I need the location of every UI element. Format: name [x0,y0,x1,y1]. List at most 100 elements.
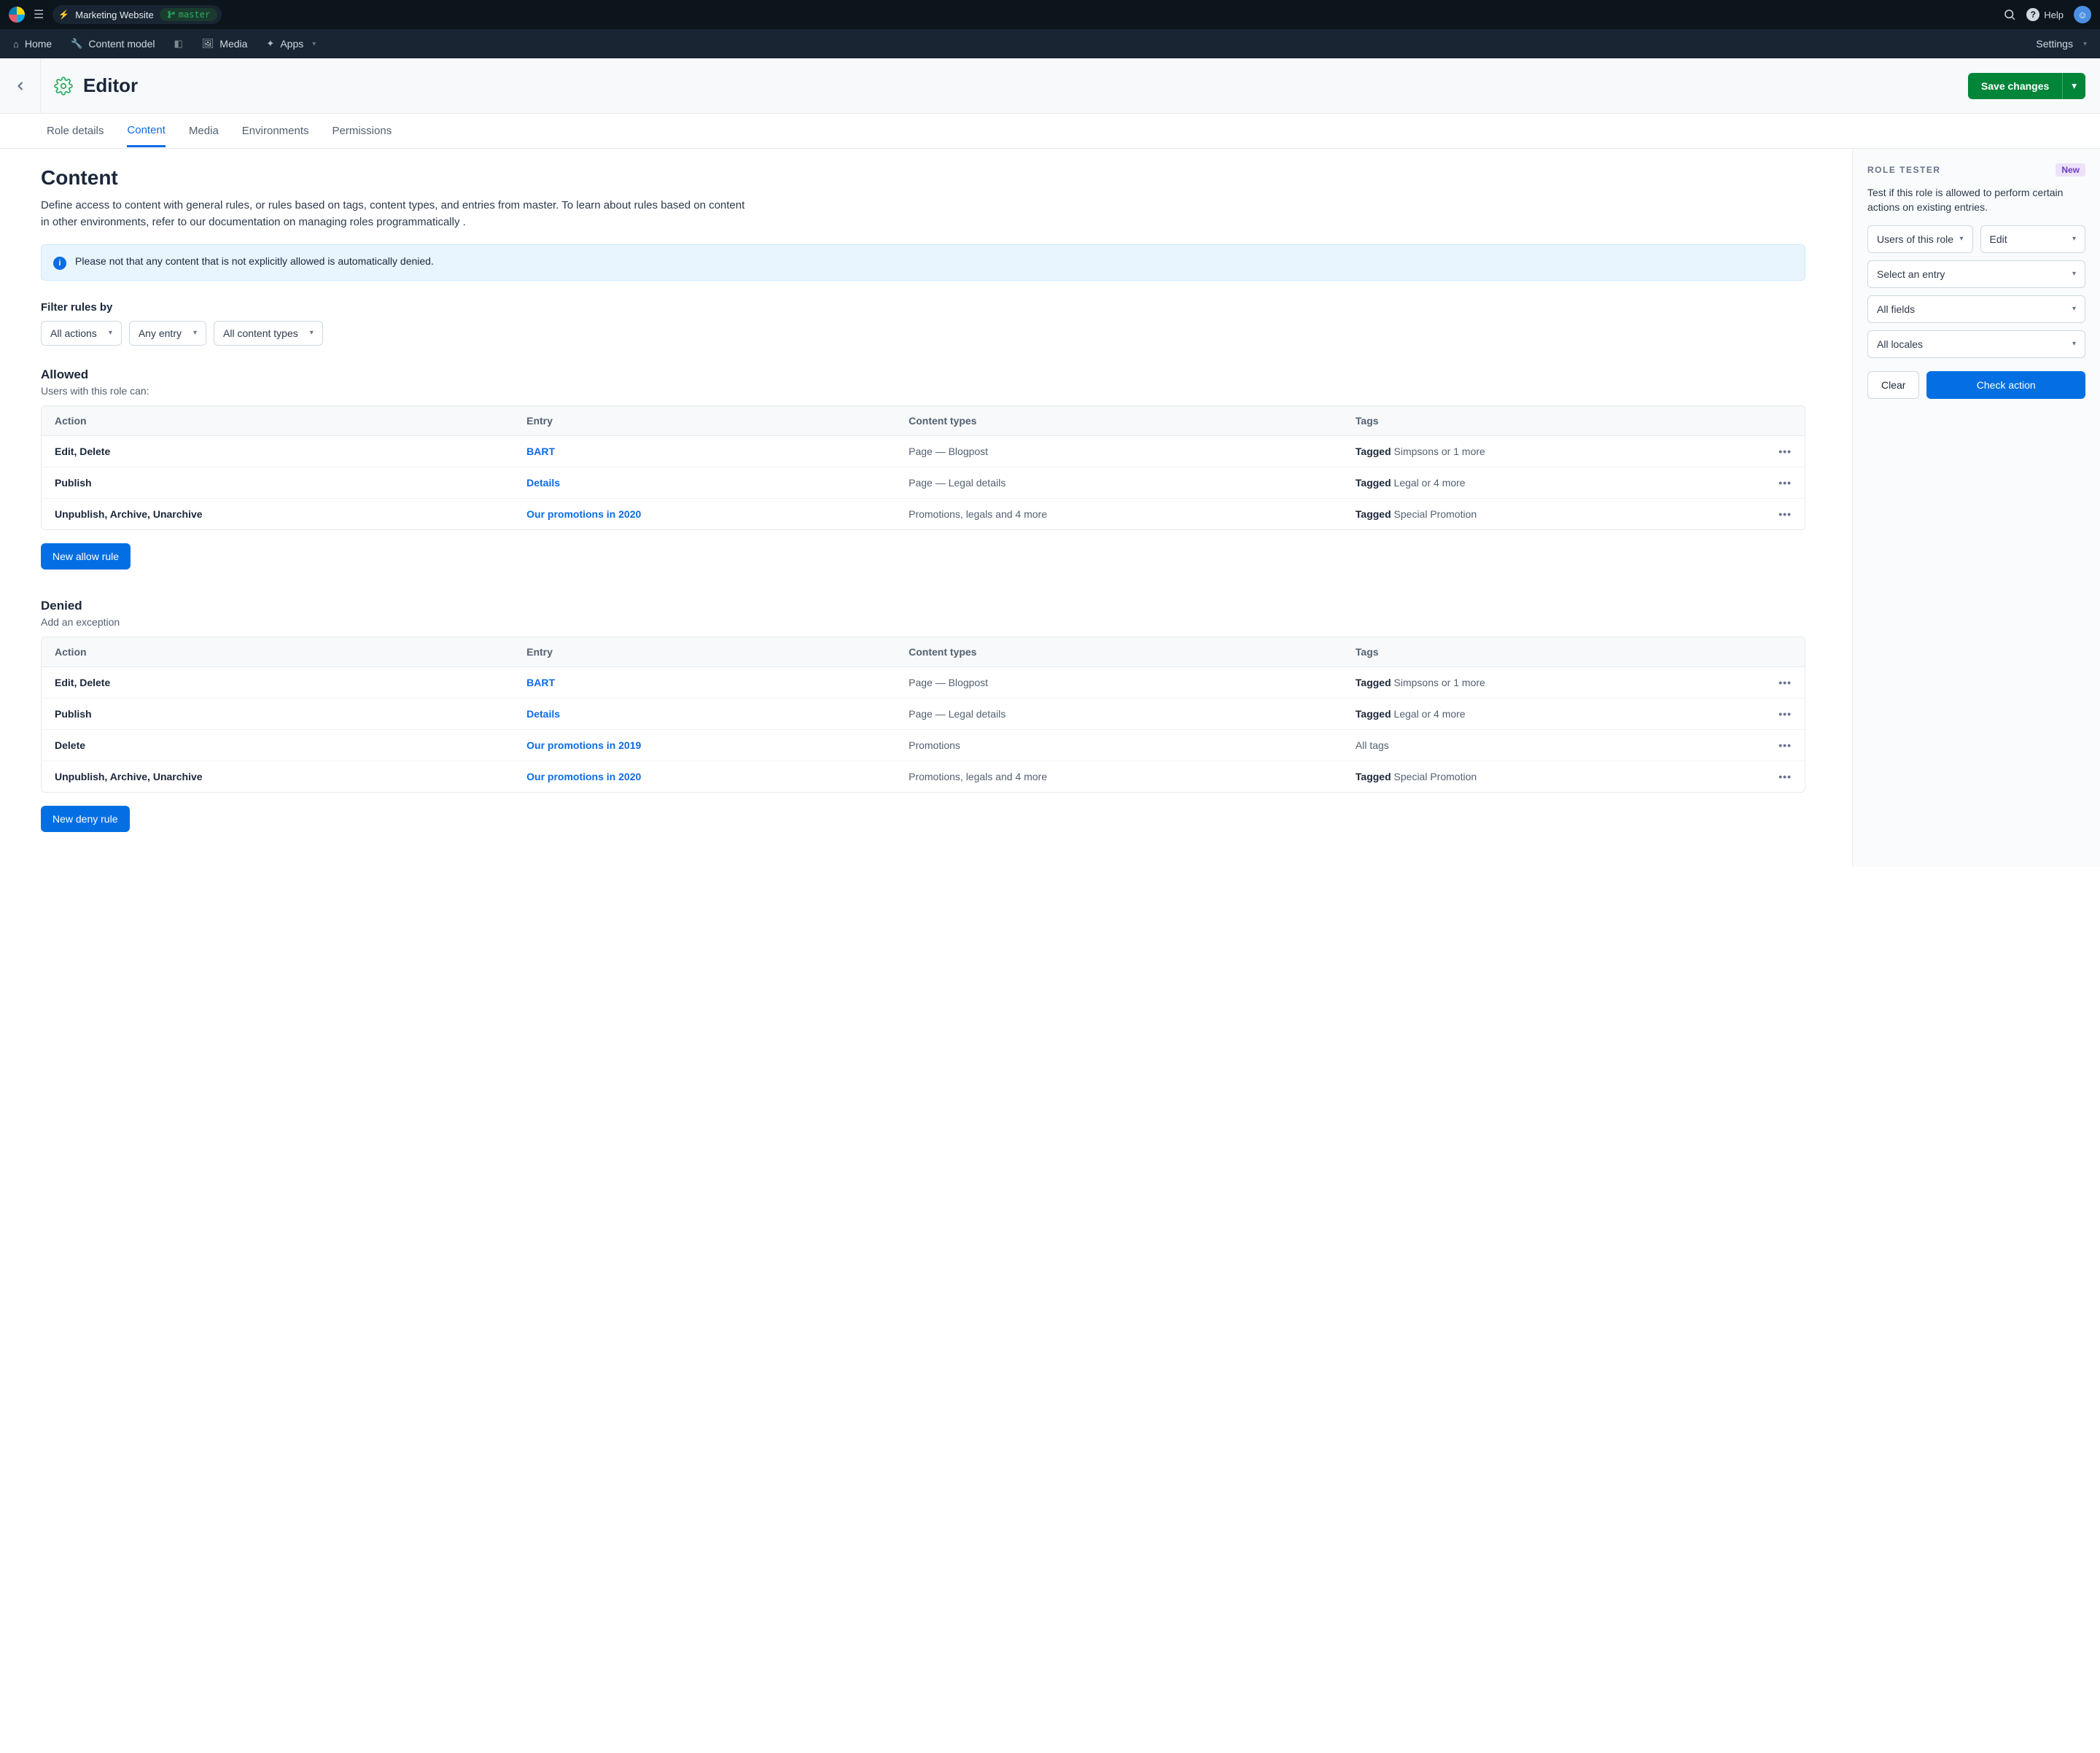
table-row[interactable]: Edit, DeleteBARTPage — BlogpostTagged Si… [42,667,1805,699]
table-row[interactable]: DeleteOur promotions in 2019PromotionsAl… [42,730,1805,761]
cell-tags: Tagged Special Promotion [1342,499,1765,529]
app-logo[interactable] [9,7,25,23]
nav-apps[interactable]: ✦Apps▾ [266,38,316,50]
cell-content-types: Page — Legal details [895,699,1342,730]
tab-environments[interactable]: Environments [242,116,309,146]
filter-content-types[interactable]: All content types▾ [214,321,323,346]
user-avatar[interactable]: ☺ [2074,6,2091,23]
cell-entry: BART [513,436,895,467]
filter-row: All actions▾ Any entry▾ All content type… [41,321,1805,346]
tester-users-select[interactable]: Users of this role▾ [1867,225,1973,253]
nav-content-model[interactable]: 🔧Content model [71,38,155,50]
col-ctypes: Content types [895,406,1342,436]
topbar-right: ? Help ☺ [2003,6,2091,23]
save-dropdown[interactable]: ▾ [2062,73,2085,99]
tab-permissions[interactable]: Permissions [332,116,392,146]
tester-clear-button[interactable]: Clear [1867,371,1919,399]
tester-entry-select[interactable]: Select an entry▾ [1867,260,2085,288]
cell-tags: All tags [1342,730,1765,761]
col-action: Action [42,406,513,436]
chevron-down-icon: ▾ [2083,40,2087,48]
chevron-down-icon: ▾ [1959,235,1963,243]
cell-entry: BART [513,667,895,699]
cell-tags: Tagged Simpsons or 1 more [1342,436,1765,467]
help-icon: ? [2026,8,2039,21]
new-allow-rule-button[interactable]: New allow rule [41,543,131,570]
nav-home[interactable]: ⌂Home [13,38,52,50]
tab-media[interactable]: Media [189,116,219,146]
page-header: Editor Save changes ▾ [0,58,2100,114]
table-row[interactable]: PublishDetailsPage — Legal detailsTagged… [42,467,1805,499]
environment-badge[interactable]: master [160,8,217,21]
table-row[interactable]: Unpublish, Archive, UnarchiveOur promoti… [42,499,1805,529]
col-entry: Entry [513,406,895,436]
cell-entry: Our promotions in 2019 [513,730,895,761]
entry-link[interactable]: BART [526,446,555,457]
row-menu-button[interactable]: ••• [1765,730,1805,761]
row-menu-button[interactable]: ••• [1765,699,1805,730]
entry-link[interactable]: Our promotions in 2020 [526,771,641,782]
role-tester-panel: Role Tester New Test if this role is all… [1852,149,2100,867]
table-row[interactable]: Edit, DeleteBARTPage — BlogpostTagged Si… [42,436,1805,467]
entry-link[interactable]: Our promotions in 2020 [526,508,641,520]
allowed-caption: Users with this role can: [41,385,1805,397]
tester-action-select[interactable]: Edit▾ [1980,225,2086,253]
table-row[interactable]: PublishDetailsPage — Legal detailsTagged… [42,699,1805,730]
back-button[interactable] [0,58,41,113]
entry-link[interactable]: Our promotions in 2019 [526,739,641,751]
tester-fields-select[interactable]: All fields▾ [1867,295,2085,323]
save-button-group: Save changes ▾ [1968,73,2085,99]
col-action: Action [42,637,513,667]
cell-tags: Tagged Simpsons or 1 more [1342,667,1765,699]
row-menu-button[interactable]: ••• [1765,499,1805,529]
nav-media[interactable]: 🖼Media [202,38,248,50]
help-link[interactable]: ? Help [2026,8,2064,21]
allowed-table: Action Entry Content types Tags Edit, De… [41,405,1805,530]
branch-icon [167,10,176,19]
chevron-down-icon: ▾ [109,329,112,337]
row-menu-button[interactable]: ••• [1765,467,1805,499]
entry-link[interactable]: BART [526,677,555,688]
row-menu-button[interactable]: ••• [1765,667,1805,699]
entry-link[interactable]: Details [526,477,560,489]
denied-heading: Denied [41,599,1805,613]
cell-action: Edit, Delete [42,667,513,699]
space-name: Marketing Website [75,9,153,20]
space-switcher[interactable]: ⚡ Marketing Website master [52,5,222,24]
puzzle-icon: ✦ [266,38,274,50]
denied-caption: Add an exception [41,616,1805,628]
chevron-down-icon: ▾ [2072,80,2077,91]
tab-role-details[interactable]: Role details [47,116,104,146]
cell-action: Unpublish, Archive, Unarchive [42,761,513,792]
cell-tags: Tagged Legal or 4 more [1342,699,1765,730]
menu-icon[interactable]: ☰ [34,7,44,22]
chevron-down-icon: ▾ [2072,305,2076,313]
info-icon: i [53,257,66,270]
nav-settings[interactable]: Settings▾ [2036,38,2087,50]
row-menu-button[interactable]: ••• [1765,436,1805,467]
nav-content[interactable]: ◧ [174,38,182,50]
tab-content[interactable]: Content [127,115,166,147]
save-button[interactable]: Save changes [1968,73,2062,99]
cell-entry: Details [513,699,895,730]
tester-check-button[interactable]: Check action [1926,371,2085,399]
home-icon: ⌂ [13,39,19,50]
primary-nav: ⌂Home 🔧Content model ◧ 🖼Media ✦Apps▾ Set… [0,29,2100,58]
top-bar: ☰ ⚡ Marketing Website master ? Help ☺ [0,0,2100,29]
filter-entry[interactable]: Any entry▾ [129,321,206,346]
entries-icon: ◧ [174,38,182,50]
tester-locales-select[interactable]: All locales▾ [1867,330,2085,358]
row-menu-button[interactable]: ••• [1765,761,1805,792]
chevron-down-icon: ▾ [193,329,197,337]
table-row[interactable]: Unpublish, Archive, Unarchive Our promoti… [42,761,1805,792]
section-description: Define access to content with general ru… [41,197,755,231]
section-title: Content [41,166,1805,190]
chevron-down-icon: ▾ [312,40,316,48]
search-icon[interactable] [2003,8,2016,21]
entry-link[interactable]: Details [526,708,560,720]
new-deny-rule-button[interactable]: New deny rule [41,806,130,832]
cell-entry: Details [513,467,895,499]
filter-actions[interactable]: All actions▾ [41,321,122,346]
cell-entry: Our promotions in 2020 [513,761,895,792]
cell-content-types: Page — Legal details [895,467,1342,499]
